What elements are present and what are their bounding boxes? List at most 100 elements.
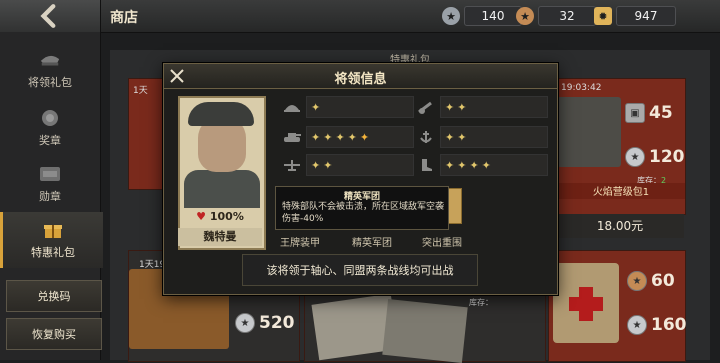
sidebar-item-medal[interactable]: 勋章 [0, 156, 100, 212]
ammo-icon: ▣ [625, 103, 645, 123]
gift-icon [42, 220, 64, 240]
stock-label: 库存： [469, 298, 493, 307]
star-icon: ✦ [445, 130, 455, 144]
sidebar: 将领礼包 奖章 勋章 特惠礼包 兑换码 恢复购买 [0, 32, 103, 360]
star-icon: ✦ [445, 100, 455, 114]
gear-badge-icon: ✹ [594, 7, 612, 25]
chevron-left-icon [40, 4, 56, 28]
currency-bronze-value: 32 [538, 6, 596, 26]
star-icon: ✦ [311, 158, 321, 172]
shop-card[interactable]: ★ 60 ★ 160 [548, 250, 687, 362]
general-portrait [178, 96, 266, 250]
stat-naval: ✦ ✦ [416, 126, 548, 148]
currency-silver-value: 140 [464, 6, 522, 26]
star-bar: ✦ ✦ [306, 154, 414, 176]
page-title: 商店 [110, 10, 138, 26]
general-info-modal: 将领信息 ♥ 100% 魏特曼 ✦ ✦ ✦ ✦ ✦ ✦ ✦ ✦ ✦ ✦ ✦ ✦ … [163, 63, 558, 295]
star-icon: ✦ [347, 130, 357, 144]
star-icon: ✦ [457, 130, 467, 144]
tooltip-desc: 特殊部队不会被击溃，所在区域敌军空袭伤害-40% [282, 202, 445, 224]
skill-label: 突出重围 [422, 238, 462, 249]
star-bar: ✦ ✦ [440, 96, 548, 118]
buy-button[interactable]: 18.00元 [556, 214, 684, 238]
officer-cap-icon [39, 50, 61, 70]
medal-bronze-icon: ★ [516, 7, 534, 25]
stat-infantry: ✦ [282, 96, 414, 118]
hp-value: 100% [209, 210, 244, 223]
stat-mobility: ✦ ✦ ✦ ✦ [416, 154, 548, 176]
stat-artillery: ✦ ✦ [416, 96, 548, 118]
medal-box-icon [39, 164, 61, 184]
currency-gear: ✹ 947 [594, 5, 676, 27]
card-timer: 1天 [133, 86, 148, 96]
close-button[interactable] [166, 65, 188, 87]
medal-silver-icon: ★ [442, 7, 460, 25]
sidebar-item-general-pack[interactable]: 将领礼包 [0, 42, 100, 98]
currency-silver: ★ 140 [442, 5, 522, 27]
portrait-coat [184, 170, 260, 208]
award-icon [39, 108, 61, 128]
star-icon: ✦ [481, 158, 491, 172]
photo-image [382, 298, 468, 363]
price-value: 60 [651, 271, 675, 291]
stat-air: ✦ ✦ [282, 154, 414, 176]
sidebar-item-award[interactable]: 奖章 [0, 100, 100, 156]
card-name: 火焰营级包1 [557, 183, 685, 199]
star-icon: ✦ [335, 130, 345, 144]
sidebar-item-label: 将领礼包 [28, 76, 72, 89]
crate-image [557, 97, 621, 167]
star-icon: ✦ [469, 158, 479, 172]
sidebar-item-special-pack[interactable]: 特惠礼包 [0, 212, 103, 268]
aircraft-icon [282, 156, 302, 174]
sidebar-item-label: 勋章 [39, 190, 61, 203]
price-row: ★ 120 [625, 147, 685, 167]
medal-silver-icon: ★ [627, 315, 647, 335]
restore-purchase-button[interactable]: 恢复购买 [6, 318, 102, 350]
currency-gear-value: 947 [616, 6, 676, 26]
currency-bronze: ★ 32 [516, 5, 596, 27]
price-row: ★ 160 [627, 315, 687, 335]
star-bar: ✦ [306, 96, 414, 118]
star-bar: ✦ ✦ [440, 126, 548, 148]
price-value: 520 [259, 313, 295, 333]
redeem-code-button[interactable]: 兑换码 [6, 280, 102, 312]
shop-card[interactable]: 库存： [304, 292, 546, 363]
infantry-helmet-icon [282, 98, 302, 116]
price-row: ★ 520 [235, 313, 295, 333]
star-icon: ✦ [311, 100, 321, 114]
sidebar-item-label: 奖章 [39, 134, 61, 147]
shop-card[interactable]: 19:03:42 ▣ 45 ★ 120 库存：2 火焰营级包1 [556, 78, 686, 215]
card-timer: 19:03:42 [561, 83, 602, 93]
price-row: ▣ 45 [625, 103, 673, 123]
price-row: ★ 60 [627, 271, 675, 291]
skill-label: 精英军团 [352, 238, 392, 249]
price-value: 45 [649, 103, 673, 123]
general-note: 该将领于轴心、同盟两条战线均可出战 [242, 254, 478, 286]
star-icon: ✦ [445, 158, 455, 172]
medal-silver-icon: ★ [625, 147, 645, 167]
tank-icon [282, 128, 302, 146]
boot-icon [416, 156, 436, 174]
medal-bronze-icon: ★ [627, 271, 647, 291]
medkit-image [553, 263, 619, 343]
stat-tank: ✦ ✦ ✦ ✦ ✦ [282, 126, 414, 148]
star-icon: ✦ [457, 158, 467, 172]
skill-tooltip: 精英军团 特殊部队不会被击溃，所在区域敌军空袭伤害-40% [275, 186, 449, 230]
medal-silver-icon: ★ [235, 313, 255, 333]
close-icon [170, 69, 184, 83]
heart-icon: ♥ [196, 210, 207, 223]
shop-card[interactable]: 1天 [128, 78, 166, 190]
back-button[interactable] [0, 0, 101, 32]
star-bar: ✦ ✦ ✦ ✦ [440, 154, 548, 176]
star-icon: ✦ [323, 158, 333, 172]
anchor-icon [416, 128, 436, 146]
star-icon: ✦ [359, 130, 370, 144]
modal-title: 将领信息 [334, 72, 387, 87]
star-icon: ✦ [457, 100, 467, 114]
sidebar-item-label: 特惠礼包 [31, 246, 75, 259]
artillery-icon [416, 98, 436, 116]
price-value: 120 [649, 147, 685, 167]
price-value: 160 [651, 315, 687, 335]
portrait-cap [188, 102, 254, 126]
skill-label: 王牌装甲 [280, 238, 320, 249]
